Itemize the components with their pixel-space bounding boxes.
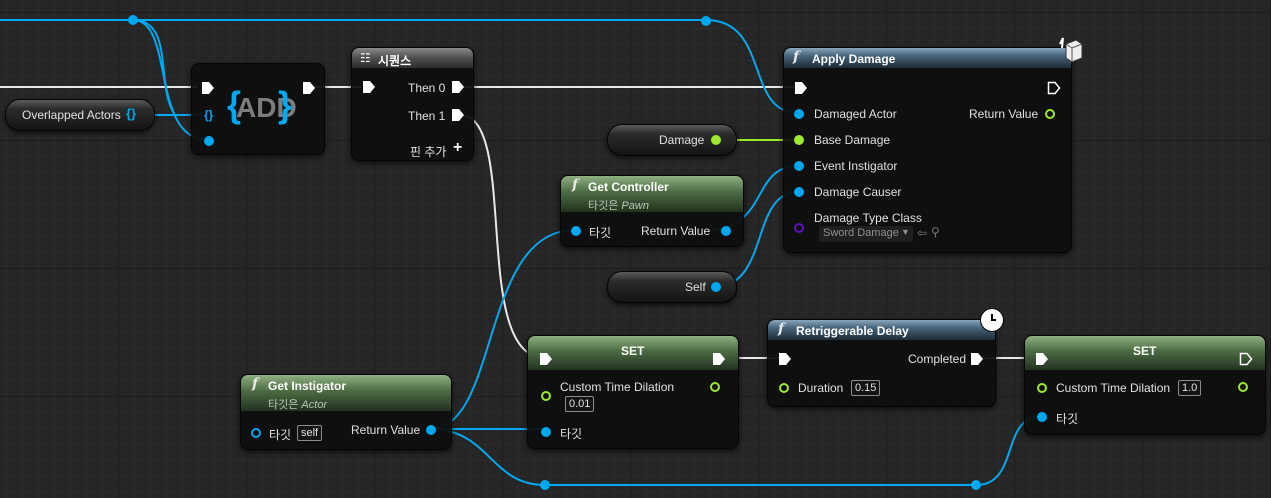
get-controller-title: Get Controller [588, 180, 669, 194]
chevron-down-icon: ▼ [901, 227, 910, 237]
return-value-label: Return Value [969, 107, 1039, 121]
retriggerable-delay-node[interactable]: f Retriggerable Delay Completed Duration… [767, 308, 1004, 407]
array-pin-icon[interactable]: {} [126, 106, 136, 121]
return-value-pin[interactable] [426, 425, 436, 435]
return-value-pin[interactable] [1045, 109, 1055, 119]
event-instigator-label: Event Instigator [814, 159, 898, 173]
damage-variable-node[interactable]: Damage [607, 124, 737, 156]
damage-type-class-label: Damage Type Class [814, 211, 922, 225]
subtitle-target: Pawn [621, 200, 649, 212]
function-icon: f [793, 49, 800, 65]
self-output-pin[interactable] [711, 282, 721, 292]
array-target-pin[interactable]: {} [204, 108, 213, 122]
base-damage-label: Base Damage [814, 133, 891, 147]
array-right-brace-icon: } [278, 84, 293, 125]
get-instigator-title: Get Instigator [268, 379, 347, 393]
set-title: SET [621, 344, 645, 358]
function-icon: f [778, 321, 785, 337]
return-value-pin[interactable] [721, 226, 731, 236]
event-instigator-pin[interactable] [794, 161, 804, 171]
damage-output-pin[interactable] [711, 135, 721, 145]
apply-damage-node[interactable]: f Apply Damage Damaged Actor Return Valu… [783, 37, 1083, 253]
function-icon: f [572, 177, 579, 193]
custom-time-dilation-out-pin[interactable] [1238, 382, 1248, 392]
return-value-label: Return Value [641, 224, 711, 238]
get-controller-subtitle: 타깃은 Pawn [588, 197, 649, 213]
clock-icon [980, 308, 1004, 332]
target-pin[interactable] [541, 427, 551, 437]
target-label: 타깃 [269, 428, 292, 442]
custom-time-dilation-label: Custom Time Dilation [1056, 381, 1171, 395]
get-instigator-node[interactable]: f Get Instigator 타깃은 Actor 타깃 self Retur… [240, 374, 452, 450]
damage-causer-pin[interactable] [794, 187, 804, 197]
self-variable-label: Self [685, 280, 706, 294]
set-custom-time-dilation-node[interactable]: SET Custom Time Dilation 0.01 타깃 [527, 335, 739, 449]
add-pin-label[interactable]: 핀 추가 [410, 143, 446, 160]
browse-search-icon[interactable]: ⚲ [931, 225, 940, 239]
overlapped-actors-label: Overlapped Actors [22, 108, 121, 122]
return-value-label: Return Value [351, 423, 421, 437]
custom-time-dilation-pin[interactable] [541, 391, 551, 401]
sequence-node[interactable]: ☷ 시퀀스 Then 0 Then 1 핀 추가 + [351, 47, 474, 161]
subtitle-target: Actor [301, 399, 328, 411]
use-selected-asset-icon[interactable]: ⇦ [917, 226, 927, 240]
get-instigator-header: f Get Instigator 타깃은 Actor [241, 375, 451, 411]
authority-only-icon [1059, 37, 1083, 63]
target-self-value[interactable]: self [297, 425, 323, 441]
set-custom-time-dilation-node[interactable]: SET Custom Time Dilation 1.0 타깃 [1024, 335, 1266, 435]
add-node[interactable]: {} { ADD } [191, 63, 325, 155]
plus-icon[interactable]: + [453, 139, 462, 157]
damage-type-class-pin[interactable] [794, 223, 804, 233]
damaged-actor-label: Damaged Actor [814, 107, 897, 121]
damage-type-dropdown[interactable]: Sword Damage ▼ [819, 226, 913, 242]
sequence-title: 시퀀스 [378, 54, 412, 68]
overlapped-actors-node[interactable]: Overlapped Actors {} [5, 99, 155, 131]
completed-label: Completed [908, 352, 967, 366]
damaged-actor-pin[interactable] [794, 109, 804, 119]
subtitle-prefix: 타깃은 [268, 399, 302, 411]
target-label: 타깃 [560, 427, 583, 441]
damage-causer-label: Damage Causer [814, 185, 902, 199]
reroute-node[interactable] [971, 480, 981, 490]
function-icon: f [252, 376, 259, 392]
get-instigator-subtitle: 타깃은 Actor [268, 396, 327, 412]
set-header: SET [528, 336, 738, 370]
custom-time-dilation-value[interactable]: 0.01 [565, 396, 595, 412]
target-pin[interactable] [251, 428, 261, 438]
item-pin[interactable] [204, 136, 214, 146]
target-pin[interactable] [1037, 412, 1047, 422]
sequence-header: ☷ 시퀀스 [352, 48, 473, 68]
then1-label: Then 1 [408, 109, 446, 123]
base-damage-pin[interactable] [794, 135, 804, 145]
target-label: 타깃 [1056, 412, 1079, 426]
duration-pin[interactable] [779, 383, 789, 393]
reroute-node[interactable] [128, 15, 138, 25]
target-pin[interactable] [571, 226, 581, 236]
duration-value[interactable]: 0.15 [851, 380, 881, 396]
duration-label: Duration [798, 381, 844, 395]
retriggerable-delay-header: f Retriggerable Delay [768, 320, 995, 340]
retriggerable-delay-title: Retriggerable Delay [796, 324, 909, 338]
reroute-node[interactable] [540, 480, 550, 490]
custom-time-dilation-pin[interactable] [1037, 383, 1047, 393]
then0-label: Then 0 [408, 81, 446, 95]
reroute-node[interactable] [701, 16, 711, 26]
target-label: 타깃 [589, 226, 612, 240]
get-controller-node[interactable]: f Get Controller 타깃은 Pawn 타깃 Return Valu… [560, 175, 744, 247]
apply-damage-title: Apply Damage [812, 52, 896, 66]
subtitle-prefix: 타깃은 [588, 200, 622, 212]
custom-time-dilation-label: Custom Time Dilation [560, 380, 675, 394]
set-header: SET [1025, 336, 1265, 370]
sequence-icon: ☷ [360, 51, 371, 65]
damage-type-value: Sword Damage [823, 227, 899, 239]
get-controller-header: f Get Controller 타깃은 Pawn [561, 176, 743, 212]
set-title: SET [1133, 344, 1157, 358]
apply-damage-header: f Apply Damage [784, 48, 1071, 68]
damage-variable-label: Damage [659, 133, 705, 147]
self-variable-node[interactable]: Self [607, 271, 737, 303]
custom-time-dilation-out-pin[interactable] [710, 382, 720, 392]
custom-time-dilation-value[interactable]: 1.0 [1178, 380, 1202, 396]
